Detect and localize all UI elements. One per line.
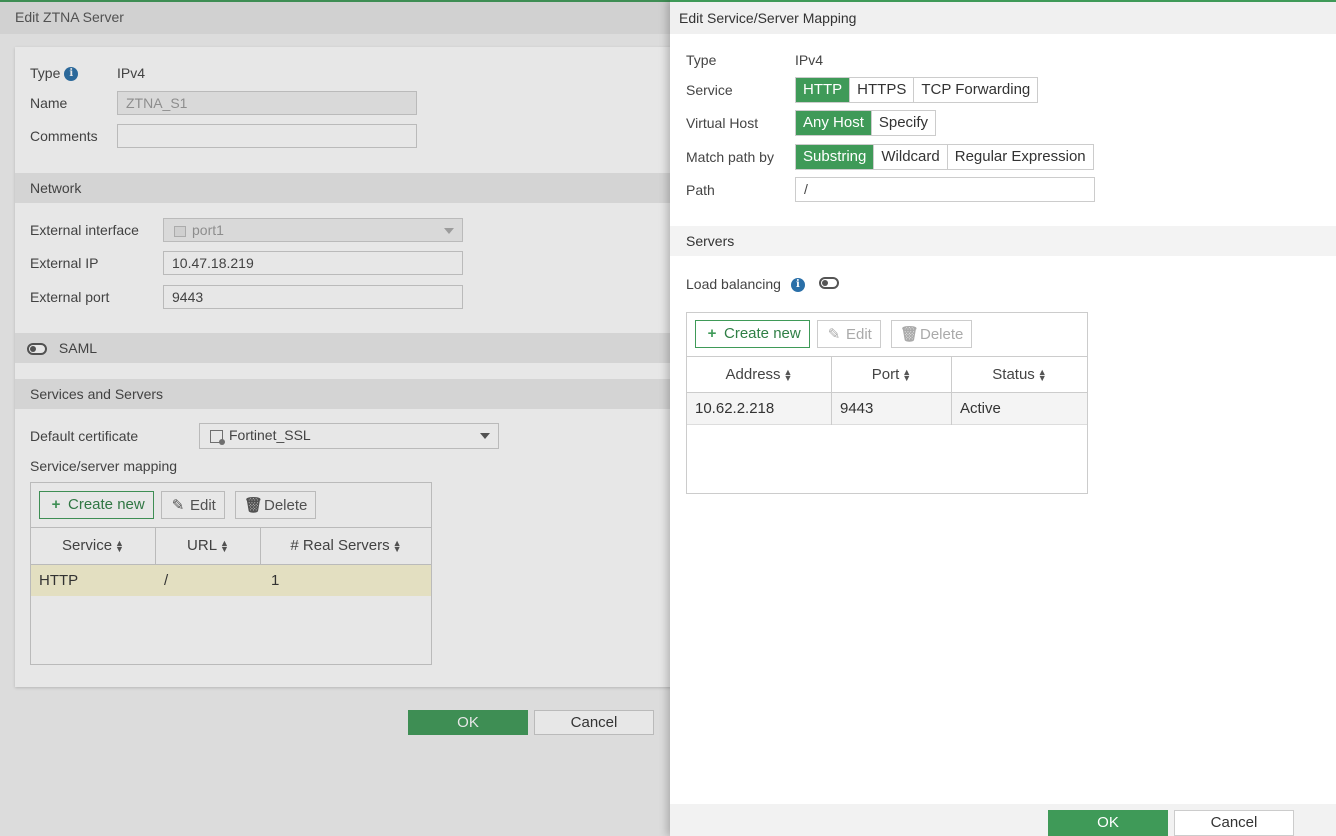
trash-icon: 🗑 (900, 326, 920, 343)
cell-port: 9443 (840, 400, 874, 417)
type-value: IPv4 (795, 52, 824, 68)
column-header-status[interactable]: Status ▲ ▼ (952, 357, 1087, 393)
vhost-option-specify[interactable]: Specify (871, 111, 936, 135)
cancel-button[interactable]: Cancel (1174, 810, 1294, 836)
type-label: Type (686, 52, 717, 68)
cell-status: Active (960, 400, 1001, 417)
servers-section-header: Servers (670, 226, 1336, 256)
path-label: Path (686, 182, 715, 198)
ok-button[interactable]: OK (1048, 810, 1168, 836)
plus-icon: + (707, 325, 717, 342)
create-new-button[interactable]: + Create new (695, 320, 810, 348)
vhost-option-any-host[interactable]: Any Host (796, 111, 872, 135)
load-balancing-label: Load balancing i (686, 276, 805, 293)
modal-overlay (0, 0, 670, 836)
pencil-icon: ✎ (827, 326, 841, 343)
match-option-wildcard[interactable]: Wildcard (874, 145, 948, 169)
sort-icon: ▲ ▼ (783, 367, 793, 384)
load-balancing-toggle[interactable] (819, 277, 839, 289)
match-option-regex[interactable]: Regular Expression (947, 145, 1093, 169)
sort-icon: ▲ ▼ (902, 367, 912, 384)
match-path-label: Match path by (686, 149, 774, 165)
service-selector: HTTP HTTPS TCP Forwarding (795, 77, 1039, 103)
match-option-substring[interactable]: Substring (796, 145, 875, 169)
service-label: Service (686, 82, 733, 98)
delete-button[interactable]: 🗑Delete (891, 320, 973, 348)
virtual-host-selector: Any Host Specify (795, 110, 937, 136)
cell-address: 10.62.2.218 (695, 400, 775, 417)
column-header-port[interactable]: Port ▲ ▼ (832, 357, 952, 393)
virtual-host-label: Virtual Host (686, 115, 759, 131)
column-header-address[interactable]: Address ▲ ▼ (687, 357, 832, 393)
path-input[interactable]: / (795, 177, 1095, 202)
edit-button[interactable]: ✎ Edit (817, 320, 881, 348)
info-icon[interactable]: i (790, 278, 805, 293)
service-option-tcp-forwarding[interactable]: TCP Forwarding (914, 78, 1038, 102)
service-option-http[interactable]: HTTP (796, 78, 851, 102)
service-option-https[interactable]: HTTPS (850, 78, 915, 102)
edit-service-server-mapping-panel: Edit Service/Server Mapping Type IPv4 Se… (670, 0, 1336, 836)
panel-title: Edit Service/Server Mapping (670, 2, 1336, 34)
sort-icon: ▲ ▼ (1037, 367, 1047, 384)
match-path-selector: Substring Wildcard Regular Expression (795, 144, 1094, 170)
